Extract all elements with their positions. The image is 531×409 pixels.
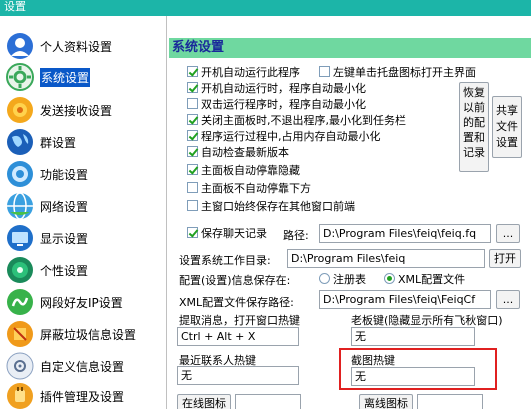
plugin-icon	[5, 381, 35, 409]
sidebar-item-display[interactable]: 显示设置	[0, 222, 167, 254]
open-workdir-button[interactable]: 打开	[489, 249, 521, 268]
sidebar-item-label: 系统设置	[40, 67, 91, 87]
chat-path-input[interactable]: D:\Program Files\feiq\feiq.fq	[319, 224, 491, 243]
sidebar-item-block[interactable]: 屏蔽垃圾信息设置	[0, 318, 167, 350]
sidebar-item-personal[interactable]: 个性设置	[0, 254, 167, 286]
sidebar-item-send-receive[interactable]: 发送接收设置	[0, 94, 167, 126]
custom-info-icon	[5, 351, 35, 381]
radio[interactable]	[319, 273, 330, 284]
block-icon	[5, 319, 35, 349]
option-save-chat[interactable]: 保存聊天记录	[187, 225, 267, 240]
sidebar-item-label: 插件管理及设置	[40, 389, 125, 404]
sidebar-item-label: 功能设置	[40, 167, 89, 182]
checkbox[interactable]	[187, 200, 198, 211]
window-title: 设置	[4, 0, 26, 13]
personal-icon	[5, 255, 35, 285]
gear-icon	[5, 62, 35, 92]
offline-icon-button[interactable]: 离线图标	[359, 394, 413, 409]
path-label: 路径:	[283, 229, 309, 242]
sidebar-item-group[interactable]: 群设置	[0, 126, 167, 158]
sidebar-item-profile[interactable]: 个人资料设置	[0, 30, 167, 62]
checkbox[interactable]	[319, 66, 330, 77]
boss-key-input[interactable]: 无	[351, 327, 475, 346]
sidebar-item-label: 网段好友IP设置	[40, 295, 123, 310]
recent-contact-input[interactable]: 无	[177, 366, 299, 385]
hotkey-fetch-input[interactable]: Ctrl + Alt + X	[177, 327, 299, 346]
checkbox[interactable]	[187, 182, 198, 193]
radio[interactable]	[384, 273, 395, 284]
send-receive-icon	[5, 95, 35, 125]
sidebar-item-system[interactable]: 系统设置	[0, 61, 167, 93]
title-bar: 设置	[0, 0, 531, 16]
online-icon-field[interactable]	[235, 394, 301, 409]
option-runtime-minimize[interactable]: 程序运行过程中,占用内存自动最小化	[187, 128, 381, 143]
panel-title: 系统设置	[169, 38, 531, 58]
sidebar-item-ip[interactable]: 网段好友IP设置	[0, 286, 167, 318]
screenshot-hotkey-input[interactable]: 无	[351, 367, 475, 386]
person-icon	[5, 31, 35, 61]
sidebar-item-label: 发送接收设置	[40, 103, 113, 118]
globe-icon	[5, 127, 35, 157]
radio-registry[interactable]: 注册表	[319, 271, 366, 286]
checkbox[interactable]	[187, 164, 198, 175]
sidebar-item-label: 群设置	[40, 135, 77, 150]
option-no-dock-bottom[interactable]: 主面板不自动停靠下方	[187, 180, 311, 195]
settings-panel: 系统设置 开机自动运行此程序 左键单击托盘图标打开主界面 开机自动运行时，程序自…	[169, 16, 531, 409]
option-autostart-minimize[interactable]: 开机自动运行时，程序自动最小化	[187, 80, 366, 95]
sidebar-item-label: 显示设置	[40, 231, 89, 246]
network-icon	[5, 191, 35, 221]
checkbox[interactable]	[187, 130, 198, 141]
sidebar-item-network[interactable]: 网络设置	[0, 190, 167, 222]
share-files-button[interactable]: 共享文件设置	[492, 96, 522, 158]
sidebar-item-function[interactable]: 功能设置	[0, 158, 167, 190]
checkbox[interactable]	[187, 227, 198, 238]
display-icon	[5, 223, 35, 253]
option-autostart[interactable]: 开机自动运行此程序	[187, 64, 300, 79]
sidebar-item-label: 网络设置	[40, 199, 89, 214]
browse-chat-path-button[interactable]: ...	[496, 224, 520, 243]
option-close-minimize[interactable]: 关闭主面板时,不退出程序,最小化到任务栏	[187, 112, 406, 127]
checkbox[interactable]	[187, 82, 198, 93]
sidebar-item-plugin[interactable]: 插件管理及设置	[0, 380, 167, 409]
sidebar: 个人资料设置 系统设置 发送接收设置 群设置 功能设置 网络设置 显示设置 个性…	[0, 16, 167, 409]
checkbox[interactable]	[187, 114, 198, 125]
ip-icon	[5, 287, 35, 317]
option-left-click-tray[interactable]: 左键单击托盘图标打开主界面	[319, 64, 476, 79]
option-dblclick-minimize[interactable]: 双击运行程序时，程序自动最小化	[187, 96, 366, 111]
checkbox[interactable]	[187, 146, 198, 157]
boss-key-label: 老板键(隐藏显示所有飞秋窗口)	[351, 314, 503, 327]
offline-icon-field[interactable]	[417, 394, 483, 409]
sidebar-item-label: 个人资料设置	[40, 39, 113, 54]
screenshot-hotkey-label: 截图热键	[351, 354, 395, 367]
sidebar-item-label: 自定义信息设置	[40, 359, 125, 374]
xml-path-input[interactable]: D:\Program Files\feiq\FeiqCf	[319, 290, 491, 309]
xml-path-label: XML配置文件保存路径:	[179, 296, 294, 309]
sidebar-item-label: 个性设置	[40, 263, 89, 278]
online-icon-button[interactable]: 在线图标	[177, 394, 231, 409]
sidebar-item-label: 屏蔽垃圾信息设置	[40, 327, 137, 342]
hotkey-fetch-label: 提取消息，打开窗口热键	[179, 314, 300, 327]
browse-xml-path-button[interactable]: ...	[496, 290, 520, 309]
checkbox[interactable]	[187, 66, 198, 77]
config-save-label: 配置(设置)信息保存在:	[179, 274, 291, 287]
radio-xml[interactable]: XML配置文件	[384, 271, 465, 286]
checkbox[interactable]	[187, 98, 198, 109]
option-always-on-top[interactable]: 主窗口始终保存在其他窗口前端	[187, 198, 355, 213]
workdir-input[interactable]: D:\Program Files\feiq	[287, 249, 485, 268]
function-icon	[5, 159, 35, 189]
option-auto-dock[interactable]: 主面板自动停靠隐藏	[187, 162, 300, 177]
restore-config-button[interactable]: 恢复以前的配置和记录	[459, 82, 489, 172]
option-auto-update[interactable]: 自动检查最新版本	[187, 144, 289, 159]
sidebar-item-custom-info[interactable]: 自定义信息设置	[0, 350, 167, 382]
workdir-label: 设置系统工作目录:	[179, 254, 271, 267]
